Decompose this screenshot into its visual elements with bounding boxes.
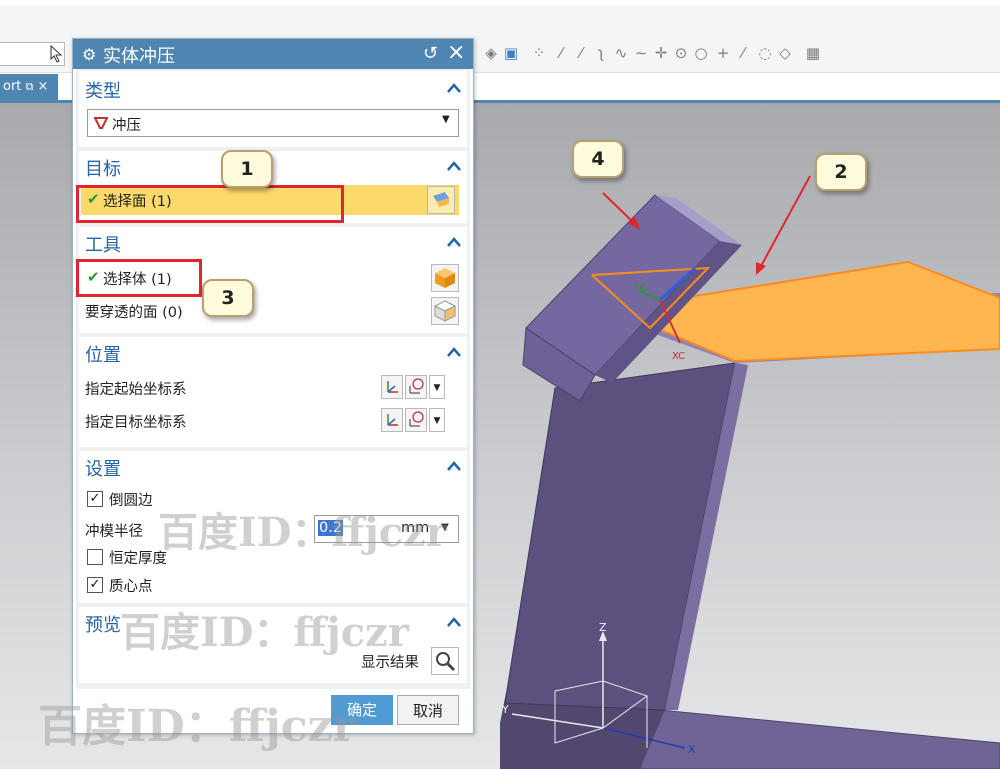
snap-point-icon[interactable]: ⁘ — [530, 44, 548, 62]
type-dropdown[interactable]: 冲压 ▼ — [87, 109, 459, 137]
dialog-title: 实体冲压 — [103, 46, 175, 67]
inferred-csys-button[interactable] — [405, 375, 427, 399]
cursor-icon[interactable] — [50, 45, 64, 63]
section-heading-position: 位置 — [85, 345, 121, 366]
csys-icon — [387, 381, 398, 393]
dialog-title-bar[interactable]: ⚙ 实体冲压 ↺ × — [73, 39, 473, 69]
highlight-box-select-face — [76, 185, 344, 223]
inferred-csys-button[interactable] — [405, 408, 427, 432]
section-heading-settings: 设置 — [85, 459, 121, 480]
die-radius-label: 冲模半径 — [85, 524, 143, 540]
line2-icon[interactable]: ⁄ — [572, 44, 590, 62]
section-type: 类型 冲压 ▼ — [79, 71, 467, 147]
inferred-csys-icon — [409, 378, 424, 394]
pierce-faces-button[interactable] — [431, 297, 459, 325]
circle-icon[interactable]: ⊙ — [672, 44, 690, 62]
chevron-down-icon: ▼ — [442, 114, 450, 125]
plus-icon[interactable]: + — [714, 44, 732, 62]
csys-icon — [387, 414, 398, 426]
target-csys-label: 指定目标坐标系 — [85, 415, 187, 431]
arrow-2 — [759, 175, 811, 269]
spline-icon[interactable]: ∿ — [612, 44, 630, 62]
chevron-up-icon[interactable] — [447, 237, 461, 247]
face-icon — [433, 192, 449, 207]
close-icon[interactable]: × — [447, 40, 465, 65]
white-cube-icon — [433, 300, 457, 322]
tab-close-icon[interactable]: × — [38, 79, 49, 94]
tab-pin-icon[interactable]: ⧉ — [26, 80, 34, 93]
fillet-edges-checkbox[interactable]: ✓ — [87, 491, 103, 507]
gear-icon[interactable]: ⚙ — [82, 45, 96, 64]
type-dropdown-value: 冲压 — [112, 118, 141, 134]
tab-label: ort — [3, 79, 22, 94]
start-csys-label: 指定起始坐标系 — [85, 382, 187, 398]
axis-label-yc: YC — [634, 283, 647, 294]
tab-part-view[interactable]: ort ⧉ × — [0, 74, 58, 100]
axis-label-x: X — [688, 743, 696, 756]
csys-dialog-button[interactable] — [381, 375, 403, 399]
chevron-up-icon[interactable] — [447, 461, 461, 471]
circle2-icon[interactable]: ○ — [692, 44, 710, 62]
section-heading-target: 目标 — [85, 159, 121, 180]
centroid-label: 质心点 — [109, 579, 153, 595]
bottom-flange — [639, 709, 1000, 769]
start-csys-dropdown[interactable]: ▼ — [429, 375, 445, 399]
grid-icon[interactable]: ▦ — [804, 44, 822, 62]
magnifier-icon — [436, 652, 456, 672]
snap-toolbar: ◈ ▣ ⁘ ⁄ ⁄ ʅ ∿ ∼ ✛ ⊙ ○ + ⁄ ◌ ◇ ▦ — [482, 0, 842, 72]
axis-label-xc: XC — [672, 351, 686, 362]
constant-thickness-checkbox[interactable] — [87, 549, 103, 565]
body-select-button[interactable] — [431, 264, 459, 292]
pierce-faces-label[interactable]: 要穿透的面 (0) — [85, 301, 183, 322]
chevron-up-icon[interactable] — [447, 347, 461, 357]
section-heading-preview: 预览 — [85, 615, 121, 636]
callout-1: 1 — [221, 150, 273, 188]
curve-icon[interactable]: ʅ — [592, 44, 610, 62]
callout-4: 4 — [572, 140, 624, 178]
highlight-box-select-body — [76, 259, 202, 297]
axis-label-y: Y — [502, 703, 509, 716]
fillet-edges-label: 倒圆边 — [109, 493, 153, 509]
point-icon[interactable]: ✛ — [652, 44, 670, 62]
section-heading-type: 类型 — [85, 81, 121, 102]
csys-dialog-button[interactable] — [381, 408, 403, 432]
wireframe-cube-icon[interactable]: ▣ — [502, 44, 520, 62]
reset-icon[interactable]: ↺ — [423, 43, 438, 64]
callout-2: 2 — [815, 153, 867, 191]
cancel-button[interactable]: 取消 — [397, 695, 459, 725]
section-position: 位置 指定起始坐标系 ▼ 指定目标坐标系 ▼ — [79, 337, 467, 447]
orange-cube-icon — [435, 268, 455, 288]
slash-icon[interactable]: ⁄ — [734, 44, 752, 62]
arc-icon[interactable]: ∼ — [632, 44, 650, 62]
fillet-icon[interactable]: ◇ — [776, 44, 794, 62]
watermark: 百度ID：ffjczr — [120, 609, 409, 656]
show-result-button[interactable] — [431, 647, 459, 675]
punch-icon — [94, 117, 108, 129]
face-select-button[interactable] — [427, 186, 455, 214]
target-csys-dropdown[interactable]: ▼ — [429, 408, 445, 432]
shaded-view-icon[interactable]: ◈ — [482, 44, 500, 62]
watermark: 百度ID：ffjczr — [38, 701, 356, 752]
chevron-up-icon[interactable] — [447, 617, 461, 627]
watermark: 百度ID：ffjczr — [158, 509, 447, 556]
chevron-up-icon[interactable] — [447, 83, 461, 93]
line-icon[interactable]: ⁄ — [552, 44, 570, 62]
centroid-checkbox[interactable]: ✓ — [87, 577, 103, 593]
callout-3: 3 — [202, 279, 254, 317]
inferred-csys-icon — [409, 411, 424, 427]
section-heading-tool: 工具 — [85, 235, 121, 256]
ellipse-icon[interactable]: ◌ — [756, 44, 774, 62]
axis-label-z: Z — [599, 621, 607, 634]
chevron-up-icon[interactable] — [447, 161, 461, 171]
